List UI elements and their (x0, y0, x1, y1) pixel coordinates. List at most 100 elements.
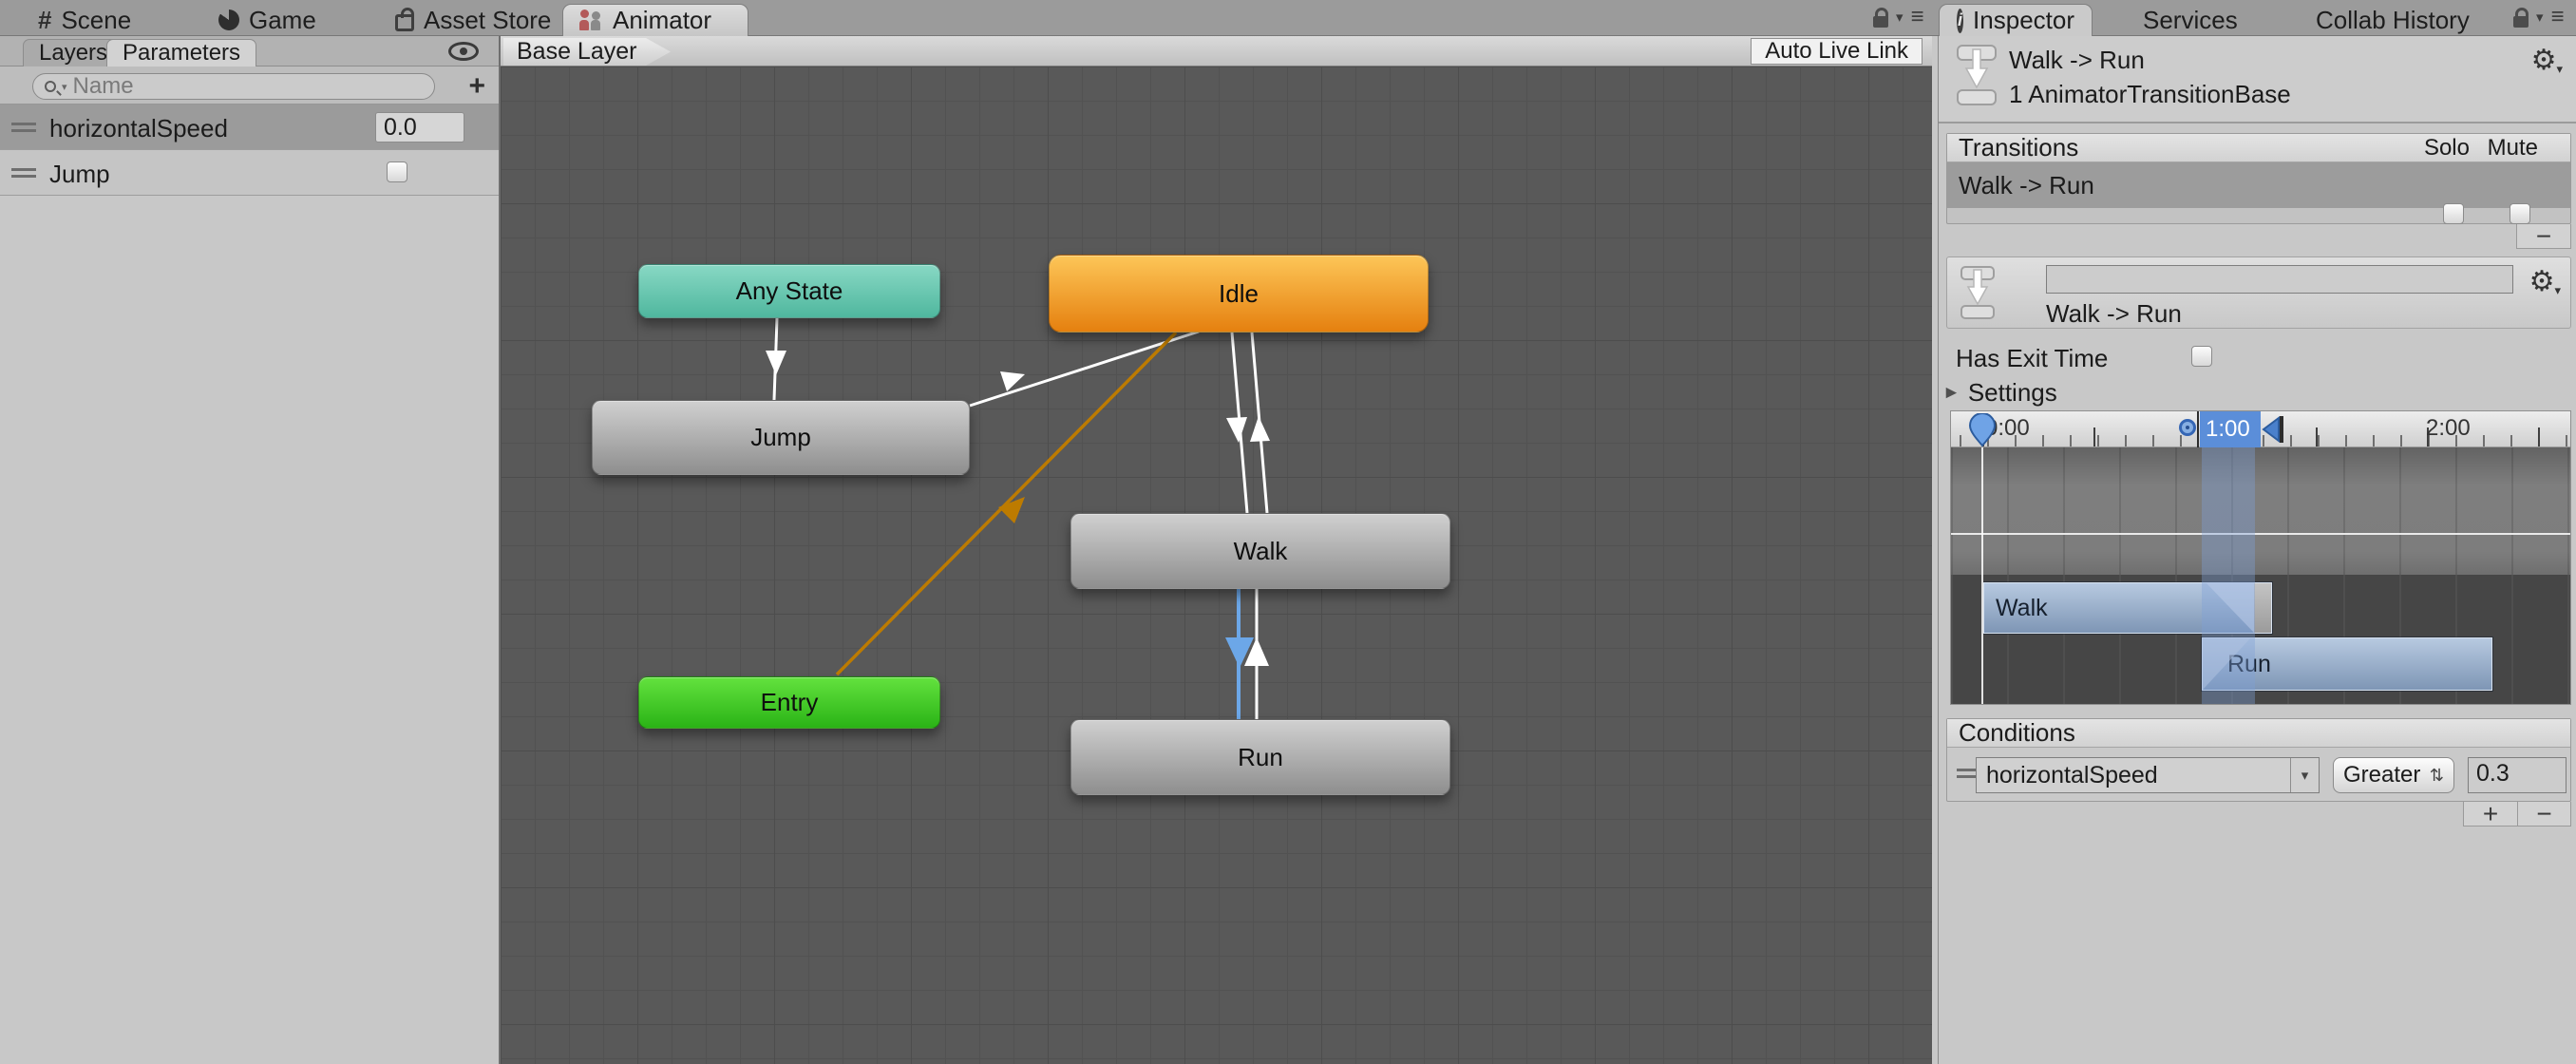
transition-end-marker[interactable] (2261, 416, 2285, 443)
transition-row-label: Walk -> Run (1959, 170, 2094, 200)
transition-overlay-band[interactable] (2202, 447, 2255, 704)
tab-services[interactable]: Services (2126, 4, 2255, 36)
state-node-walk[interactable]: Walk (1070, 513, 1450, 589)
state-node-run[interactable]: Run (1070, 719, 1450, 795)
condition-threshold-field[interactable]: 0.3 (2468, 757, 2567, 793)
drag-handle-icon[interactable] (11, 168, 36, 171)
transition-detail-box: ⚙ Walk -> Run (1946, 256, 2571, 329)
transition-name-field[interactable] (2046, 265, 2513, 294)
tab-animator[interactable]: Animator (562, 4, 748, 36)
transition-detail-label: Walk -> Run (2046, 299, 2182, 328)
node-label: Jump (750, 423, 811, 451)
node-label: Run (1238, 742, 1283, 771)
tab-game-label: Game (249, 5, 316, 34)
timeline-selection-band[interactable]: 1:00 (2200, 411, 2261, 447)
transitions-header-label: Transitions (1959, 133, 2079, 162)
pane-menu-icon[interactable]: ≡ (1911, 4, 1924, 30)
condition-row: horizontalSpeed ▾ Greater ⇅ 0.3 (1947, 751, 2570, 803)
tab-services-label: Services (2143, 5, 2238, 34)
timeline-ruler[interactable]: 0:00 1:00 2:00 (1951, 411, 2570, 447)
search-input[interactable]: ▾ Name (32, 73, 435, 100)
inspector-caret-icon[interactable]: ▾ (2536, 9, 2544, 26)
pane-caret-icon[interactable]: ▾ (1896, 9, 1904, 26)
layer-toolbar: Base Layer Auto Live Link (501, 36, 1932, 66)
conditions-box: Conditions horizontalSpeed ▾ Greater ⇅ 0… (1946, 718, 2571, 802)
condition-operator-value: Greater (2343, 762, 2421, 788)
tab-game[interactable]: Game (201, 4, 333, 36)
parameter-row-jump[interactable]: Jump (0, 150, 499, 196)
state-node-idle[interactable]: Idle (1049, 255, 1429, 332)
condition-operator-popup[interactable]: Greater ⇅ (2333, 757, 2454, 793)
playhead-icon[interactable] (1968, 413, 1997, 447)
transition-offset-marker[interactable] (2179, 419, 2196, 436)
gear-icon[interactable]: ⚙ (2531, 44, 2563, 77)
conditions-header: Conditions (1947, 718, 2570, 748)
parameter-name: Jump (49, 160, 110, 188)
auto-live-link-button[interactable]: Auto Live Link (1751, 38, 1923, 65)
solo-column-label: Solo (2423, 134, 2470, 161)
state-machine-grid[interactable]: Any State Idle Jump Walk Entry Run (501, 66, 1932, 1064)
tab-inspector[interactable]: i Inspector (1939, 4, 2093, 36)
parameter-row-horizontalspeed[interactable]: horizontalSpeed 0.0 (0, 104, 499, 150)
arrowhead (1226, 417, 1247, 443)
timeline-grid-columns (1951, 447, 2570, 575)
tab-asset-store[interactable]: Asset Store (378, 4, 568, 36)
tab-parameters[interactable]: Parameters (106, 39, 257, 66)
updown-arrows-icon: ⇅ (2429, 765, 2444, 785)
parameter-checkbox[interactable] (387, 162, 407, 182)
tab-collab-history-label: Collab History (2316, 5, 2470, 34)
tab-asset-store-label: Asset Store (424, 5, 552, 34)
breadcrumb-base-layer[interactable]: Base Layer (503, 38, 671, 66)
breadcrumb-label: Base Layer (517, 38, 637, 65)
search-filter-caret-icon: ▾ (62, 81, 67, 93)
inspector-title: Walk -> Run (2009, 46, 2145, 74)
playhead-line (1981, 447, 1983, 704)
transition-row-walk-run[interactable]: Walk -> Run (1947, 162, 2570, 224)
eye-icon[interactable] (448, 42, 479, 61)
node-label: Idle (1219, 278, 1259, 308)
lock-icon[interactable] (1873, 8, 1888, 28)
solo-checkbox[interactable] (2443, 203, 2464, 224)
mute-column-label: Mute (2487, 134, 2538, 161)
mute-checkbox[interactable] (2510, 203, 2530, 224)
minus-icon: − (2536, 798, 2552, 828)
transitions-header: Transitions Solo Mute (1947, 133, 2570, 162)
state-node-entry[interactable]: Entry (638, 676, 940, 729)
conditions-header-label: Conditions (1959, 718, 2075, 747)
inspector-lock-icon[interactable] (2513, 8, 2529, 28)
has-exit-time-label: Has Exit Time (1956, 344, 2109, 372)
animator-people-icon (579, 9, 603, 32)
gear-icon[interactable]: ⚙ (2529, 265, 2561, 298)
inspector-subtitle: 1 AnimatorTransitionBase (2009, 80, 2291, 108)
parameter-value-field[interactable]: 0.0 (375, 112, 464, 142)
add-condition-button[interactable]: + (2463, 799, 2518, 828)
settings-foldout[interactable]: ► Settings (1942, 378, 2057, 408)
inspector-pane-controls: ▾ ≡ (2513, 0, 2565, 34)
condition-parameter-dropdown[interactable]: horizontalSpeed ▾ (1976, 757, 2320, 793)
minus-icon: − (2535, 220, 2552, 251)
unity-editor-window: # Scene Game Asset Store Animator ▾ ≡ i … (0, 0, 2576, 1064)
game-pacman-icon (218, 10, 239, 30)
state-node-jump[interactable]: Jump (592, 400, 970, 475)
timeline-track-area: Walk Run (1951, 575, 2570, 704)
clip-tail (2254, 583, 2271, 633)
tick-label-2: 2:00 (2426, 415, 2471, 441)
blend-curve-line (1951, 533, 2570, 535)
remove-condition-button[interactable]: − (2518, 798, 2571, 828)
auto-live-link-label: Auto Live Link (1765, 38, 1908, 64)
state-node-any-state[interactable]: Any State (638, 264, 940, 318)
tab-scene[interactable]: # Scene (21, 4, 148, 36)
transition-icon (1957, 45, 1997, 105)
tab-collab-history[interactable]: Collab History (2299, 4, 2487, 36)
tab-animator-label: Animator (613, 6, 712, 34)
drag-handle-icon[interactable] (11, 123, 36, 125)
inspector-menu-icon[interactable]: ≡ (2551, 4, 2565, 30)
animator-left-panel: Layers Parameters ▾ Name + horizontalSpe… (0, 36, 501, 1064)
transition-timeline[interactable]: 0:00 1:00 2:00 Walk Run (1950, 410, 2571, 705)
add-parameter-button[interactable]: + (468, 70, 485, 103)
remove-transition-button[interactable]: − (2516, 220, 2571, 251)
arrowhead (766, 351, 786, 375)
tab-scene-label: Scene (61, 5, 132, 34)
has-exit-time-checkbox[interactable] (2191, 346, 2212, 367)
node-label: Any State (735, 276, 843, 305)
